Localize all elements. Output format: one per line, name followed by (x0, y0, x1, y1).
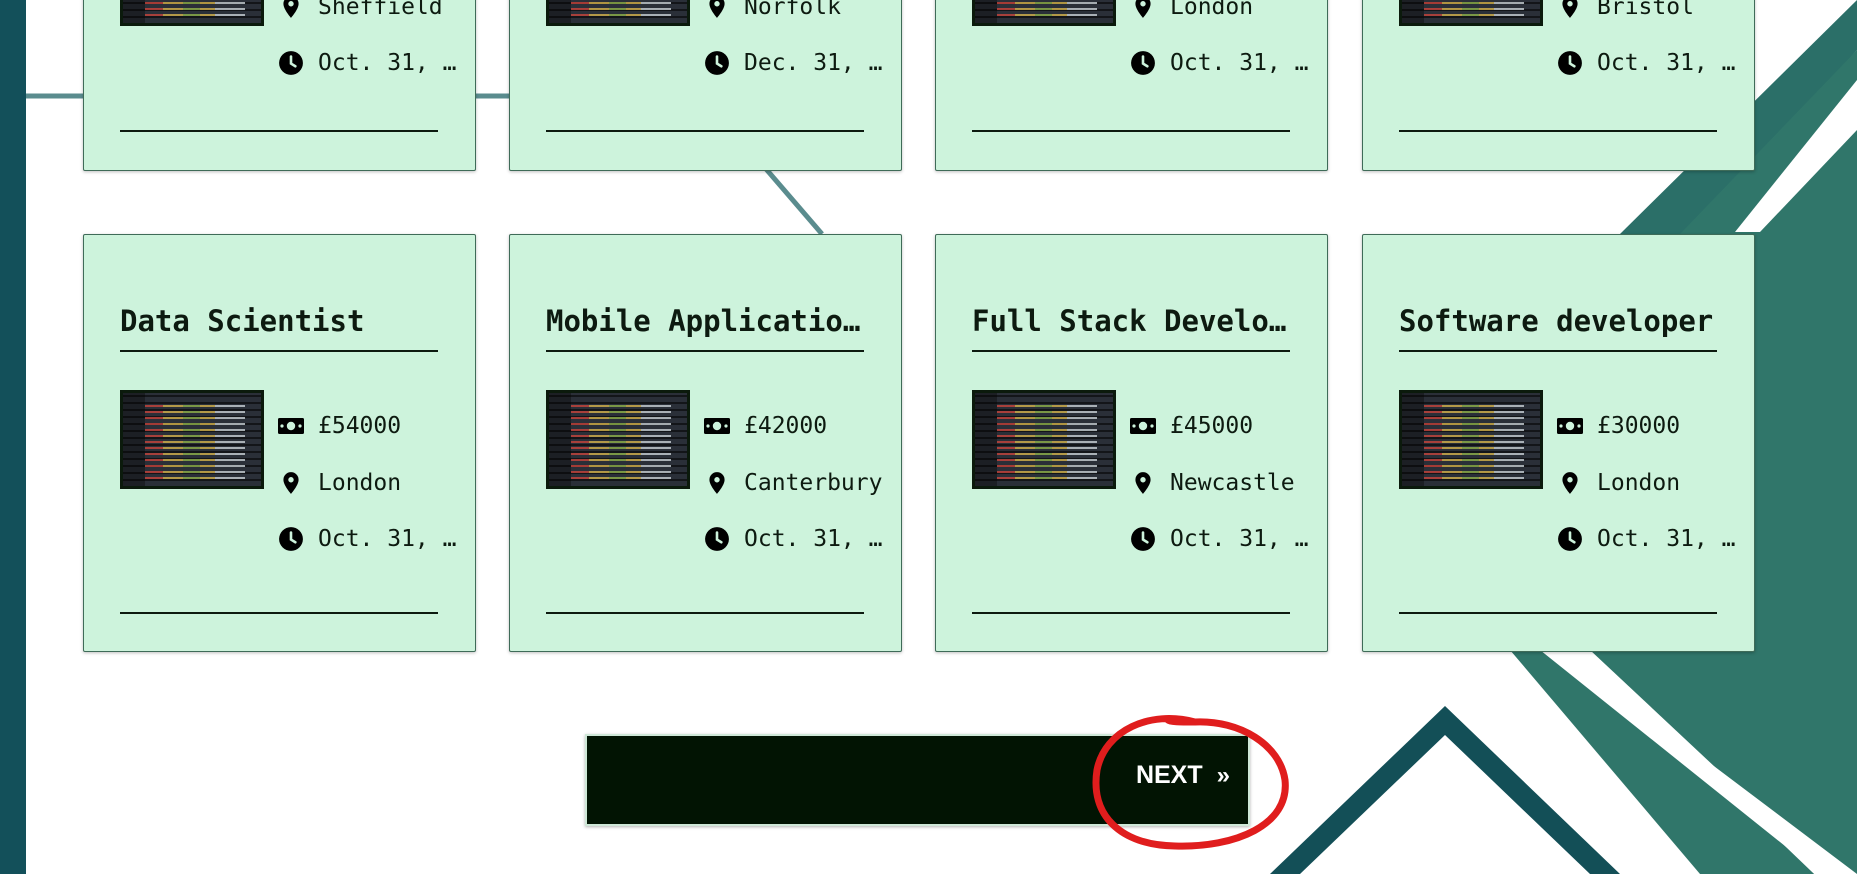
double-chevron-right-icon: » (1216, 762, 1230, 789)
job-thumbnail (972, 390, 1116, 489)
card-divider (546, 130, 864, 132)
money-bill-icon (704, 418, 730, 434)
job-date: Oct. 31, 2023 (704, 526, 884, 552)
job-card[interactable]: Bristol Oct. 31, 2023 (1362, 0, 1755, 171)
job-card[interactable]: London Oct. 31, 2023 (935, 0, 1328, 171)
job-card[interactable]: Data Scientist £54000 London Oct. 31, 20… (83, 234, 476, 652)
money-bill-icon (278, 418, 304, 434)
job-salary: £42000 (704, 413, 827, 439)
job-title[interactable]: Software developer (1399, 304, 1717, 352)
job-location: Norfolk (704, 0, 841, 20)
job-salary: £30000 (1557, 413, 1680, 439)
card-divider (120, 130, 438, 132)
map-marker-icon (709, 472, 725, 494)
job-title[interactable]: Mobile Application Developer (546, 304, 864, 352)
job-card[interactable]: Mobile Application Developer £42000 Cant… (509, 234, 902, 652)
job-location: Canterbury (704, 470, 882, 496)
map-marker-icon (709, 0, 725, 18)
clock-icon (279, 51, 303, 75)
job-location: Sheffield (278, 0, 443, 20)
job-location: London (1557, 470, 1680, 496)
job-title[interactable]: Data Scientist (120, 304, 438, 352)
clock-icon (1131, 51, 1155, 75)
job-thumbnail (972, 0, 1116, 26)
job-location: Newcastle (1130, 470, 1295, 496)
job-thumbnail (546, 390, 690, 489)
job-date: Oct. 31, 2023 (1557, 50, 1737, 76)
job-date: Dec. 31, 2023 (704, 50, 884, 76)
money-bill-icon (1130, 418, 1156, 434)
map-marker-icon (283, 0, 299, 18)
next-page-button[interactable]: NEXT » (1136, 761, 1230, 790)
job-title[interactable]: Full Stack Developer (972, 304, 1290, 352)
job-thumbnail (546, 0, 690, 26)
job-card[interactable]: Sheffield Oct. 31, 2023 (83, 0, 476, 171)
map-marker-icon (283, 472, 299, 494)
map-marker-icon (1562, 0, 1578, 18)
card-divider (1399, 612, 1717, 614)
job-card[interactable]: Norfolk Dec. 31, 2023 (509, 0, 902, 171)
job-date: Oct. 31, 2023 (1130, 526, 1310, 552)
clock-icon (705, 527, 729, 551)
job-date: Oct. 31, 2023 (1130, 50, 1310, 76)
job-location: London (1130, 0, 1253, 20)
job-salary: £45000 (1130, 413, 1253, 439)
map-marker-icon (1562, 472, 1578, 494)
clock-icon (1131, 527, 1155, 551)
job-card[interactable]: Full Stack Developer £45000 Newcastle Oc… (935, 234, 1328, 652)
clock-icon (1558, 527, 1582, 551)
job-thumbnail (1399, 0, 1543, 26)
clock-icon (1558, 51, 1582, 75)
pagination-bar: NEXT » (585, 734, 1250, 826)
job-thumbnail (120, 390, 264, 489)
card-divider (546, 612, 864, 614)
clock-icon (705, 51, 729, 75)
map-marker-icon (1135, 472, 1151, 494)
clock-icon (279, 527, 303, 551)
job-card[interactable]: Software developer £30000 London Oct. 31… (1362, 234, 1755, 652)
job-date: Oct. 31, 2023 (278, 50, 458, 76)
job-location: Bristol (1557, 0, 1694, 20)
job-salary: £54000 (278, 413, 401, 439)
job-date: Oct. 31, 2023 (278, 526, 458, 552)
next-label: NEXT (1135, 761, 1203, 789)
card-divider (972, 612, 1290, 614)
left-accent-bar (0, 0, 26, 874)
job-thumbnail (1399, 390, 1543, 489)
card-divider (120, 612, 438, 614)
card-divider (1399, 130, 1717, 132)
job-thumbnail (120, 0, 264, 26)
job-date: Oct. 31, 2023 (1557, 526, 1737, 552)
money-bill-icon (1557, 418, 1583, 434)
map-marker-icon (1135, 0, 1151, 18)
job-location: London (278, 470, 401, 496)
card-divider (972, 130, 1290, 132)
